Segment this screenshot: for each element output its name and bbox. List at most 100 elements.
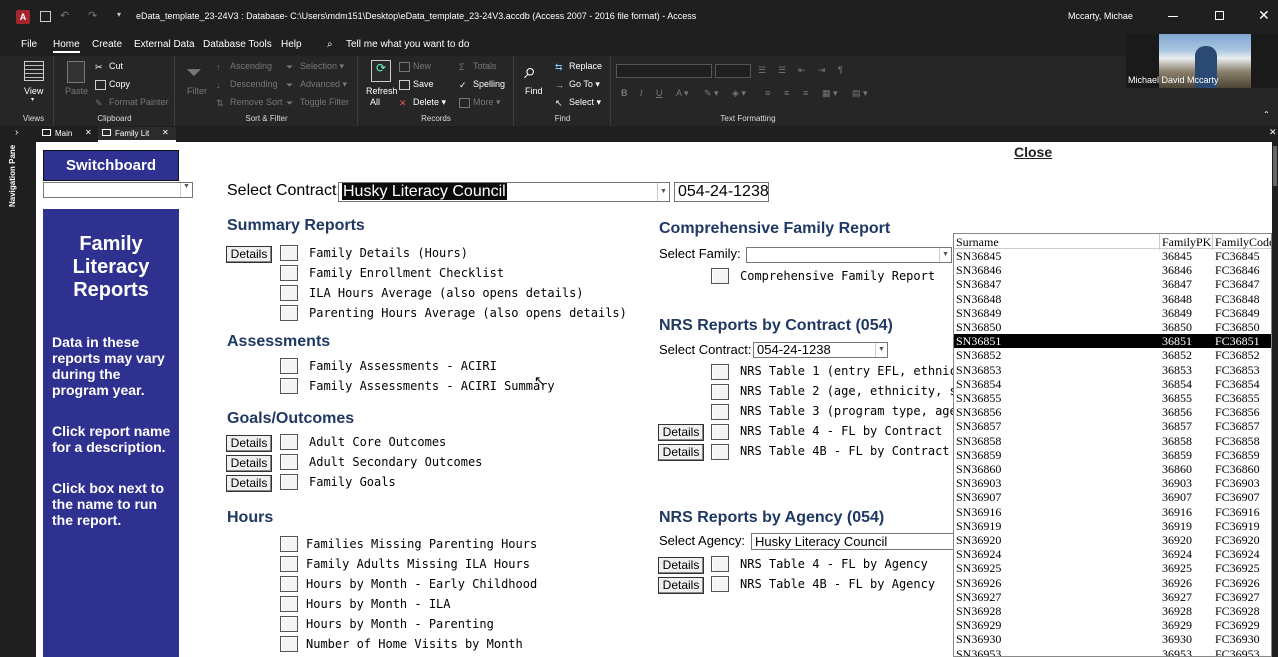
navigation-pane[interactable]: Navigation Pane xyxy=(0,142,36,657)
switchboard-button[interactable]: Switchboard xyxy=(43,150,179,181)
report-family-details[interactable]: Family Details (Hours) xyxy=(309,246,468,260)
align-right-icon[interactable]: ≡ xyxy=(803,88,808,98)
report-nrs-table4-agency[interactable]: NRS Table 4 - FL by Agency xyxy=(740,557,928,571)
nrs-table4b-contract-checkbox[interactable] xyxy=(711,444,729,460)
list-item[interactable]: SN36928 36928 FC36928 xyxy=(954,604,1271,618)
hours-ila-checkbox[interactable] xyxy=(280,596,298,612)
replace-button[interactable]: ⇆ Replace xyxy=(555,61,602,72)
nrs-agency-combo[interactable]: Husky Literacy Council xyxy=(751,533,961,550)
list-item[interactable]: SN36857 36857 FC36857 xyxy=(954,419,1271,433)
chevron-down-icon[interactable]: ▼ xyxy=(939,248,951,262)
list-item[interactable]: SN36849 36849 FC36849 xyxy=(954,306,1271,320)
report-ila-hours-average[interactable]: ILA Hours Average (also opens details) xyxy=(309,286,584,300)
family-details-checkbox[interactable] xyxy=(280,245,298,261)
family-dropdown-list[interactable]: Surname FamilyPK FamilyCode SN36845 36845… xyxy=(953,233,1272,657)
list-item[interactable]: SN36920 36920 FC36920 xyxy=(954,533,1271,547)
italic-button[interactable]: I xyxy=(640,88,643,98)
list-item[interactable]: SN36853 36853 FC36853 xyxy=(954,363,1271,377)
goto-button[interactable]: → Go To ▾ xyxy=(555,79,600,90)
increase-indent-icon[interactable]: ⇥ xyxy=(818,65,826,76)
view-button[interactable]: View xyxy=(24,86,43,96)
underline-button[interactable]: U xyxy=(656,88,663,98)
font-name-dropdown[interactable] xyxy=(616,64,712,78)
nrs-table4b-agency-checkbox[interactable] xyxy=(711,576,729,592)
find-button[interactable]: Find xyxy=(525,86,543,96)
nrs-table4-contract-checkbox[interactable] xyxy=(711,424,729,440)
undo-icon[interactable]: ↶ xyxy=(60,9,69,22)
highlight-icon[interactable]: ✎ ▾ xyxy=(704,88,719,99)
list-item[interactable]: SN36929 36929 FC36929 xyxy=(954,618,1271,632)
remove-sort-button[interactable]: ⇅ Remove Sort xyxy=(216,97,283,108)
nrs-table4-agency-details-button[interactable]: Details xyxy=(658,557,704,574)
list-item[interactable]: SN36852 36852 FC36852 xyxy=(954,348,1271,362)
ascending-button[interactable]: ↑ Ascending xyxy=(216,61,272,72)
nrs-table4b-contract-details-button[interactable]: Details xyxy=(658,444,704,461)
save-record-button[interactable]: Save xyxy=(399,79,434,90)
minimize-icon[interactable] xyxy=(1168,16,1178,17)
list-item[interactable]: SN36860 36860 FC36860 xyxy=(954,462,1271,476)
totals-button[interactable]: Σ Totals xyxy=(459,61,497,72)
menu-home[interactable]: Home xyxy=(53,39,80,53)
close-form-button[interactable]: Close xyxy=(1014,144,1052,160)
report-comprehensive-family[interactable]: Comprehensive Family Report xyxy=(740,269,935,283)
close-window-icon[interactable]: ✕ xyxy=(1258,7,1270,24)
report-nrs-table2[interactable]: NRS Table 2 (age, ethnicity, sex) xyxy=(740,384,978,398)
new-record-button[interactable]: New xyxy=(399,61,431,72)
report-nrs-table4b-contract[interactable]: NRS Table 4B - FL by Contract xyxy=(740,444,950,458)
parenting-hours-checkbox[interactable] xyxy=(280,305,298,321)
tab-main[interactable]: Main ✕ xyxy=(38,127,96,142)
contract-number-field[interactable]: 054-24-1238 xyxy=(674,182,769,202)
list-item[interactable]: SN36851 36851 FC36851 xyxy=(954,334,1271,349)
save-icon[interactable] xyxy=(40,11,51,22)
report-aciri-summary[interactable]: Family Assessments - ACIRI Summary xyxy=(309,379,555,393)
numbering-icon[interactable]: ☰ xyxy=(778,65,786,76)
adult-core-details-button[interactable]: Details xyxy=(226,435,272,452)
list-item[interactable]: SN36925 36925 FC36925 xyxy=(954,561,1271,575)
list-item[interactable]: SN36845 36845 FC36845 xyxy=(954,249,1271,263)
contract-name-combo[interactable]: Husky Literacy Council ▼ xyxy=(338,182,670,202)
customize-toolbar-icon[interactable]: ▾ xyxy=(117,10,121,19)
tab-family-lit-close-icon[interactable]: ✕ xyxy=(162,128,169,137)
report-adult-secondary-outcomes[interactable]: Adult Secondary Outcomes xyxy=(309,455,482,469)
list-item[interactable]: SN36855 36855 FC36855 xyxy=(954,391,1271,405)
gridlines-icon[interactable]: ▦ ▾ xyxy=(822,88,838,99)
home-visits-checkbox[interactable] xyxy=(280,636,298,652)
report-missing-ila-hours[interactable]: Family Adults Missing ILA Hours xyxy=(306,557,530,571)
missing-ila-checkbox[interactable] xyxy=(280,556,298,572)
list-item[interactable]: SN36926 36926 FC36926 xyxy=(954,576,1271,590)
font-size-dropdown[interactable] xyxy=(715,64,751,78)
report-family-enrollment[interactable]: Family Enrollment Checklist xyxy=(309,266,504,280)
tab-main-close-icon[interactable]: ✕ xyxy=(85,128,92,137)
navpane-toggle-icon[interactable]: › xyxy=(15,127,18,138)
nrs-table4b-agency-details-button[interactable]: Details xyxy=(658,577,704,594)
nrs-table4-agency-checkbox[interactable] xyxy=(711,556,729,572)
bullets-icon[interactable]: ☰ xyxy=(758,65,766,76)
scrollbar-thumb[interactable] xyxy=(1273,146,1277,186)
adult-core-checkbox[interactable] xyxy=(280,434,298,450)
aciri-summary-checkbox[interactable] xyxy=(280,378,298,394)
list-item[interactable]: SN36858 36858 FC36858 xyxy=(954,434,1271,448)
list-item[interactable]: SN36924 36924 FC36924 xyxy=(954,547,1271,561)
report-aciri[interactable]: Family Assessments - ACIRI xyxy=(309,359,497,373)
decrease-indent-icon[interactable]: ⇤ xyxy=(798,65,806,76)
report-home-visits[interactable]: Number of Home Visits by Month xyxy=(306,637,523,651)
nrs-contract-combo[interactable]: 054-24-1238 ▼ xyxy=(753,342,888,358)
menu-file[interactable]: File xyxy=(21,39,37,50)
format-painter-button[interactable]: ✎ Format Painter xyxy=(95,97,169,108)
copy-button[interactable]: Copy xyxy=(95,79,130,90)
alternate-row-color-icon[interactable]: ▤ ▾ xyxy=(852,88,868,99)
menu-create[interactable]: Create xyxy=(92,39,122,50)
list-item[interactable]: SN36907 36907 FC36907 xyxy=(954,490,1271,504)
nrs-table2-checkbox[interactable] xyxy=(711,384,729,400)
report-nrs-table3[interactable]: NRS Table 3 (program type, age) xyxy=(740,404,964,418)
filter-button[interactable]: Filter xyxy=(187,86,207,96)
report-hours-ila[interactable]: Hours by Month - ILA xyxy=(306,597,451,611)
nrs-table3-checkbox[interactable] xyxy=(711,404,729,420)
adult-secondary-checkbox[interactable] xyxy=(280,454,298,470)
bold-button[interactable]: B xyxy=(621,88,628,98)
chevron-down-icon[interactable]: ▼ xyxy=(657,183,669,201)
adult-secondary-details-button[interactable]: Details xyxy=(226,455,272,472)
nrs-table1-checkbox[interactable] xyxy=(711,364,729,380)
view-dropdown-icon[interactable]: ▾ xyxy=(31,96,34,103)
refresh-all-button[interactable]: Refresh xyxy=(366,86,398,96)
